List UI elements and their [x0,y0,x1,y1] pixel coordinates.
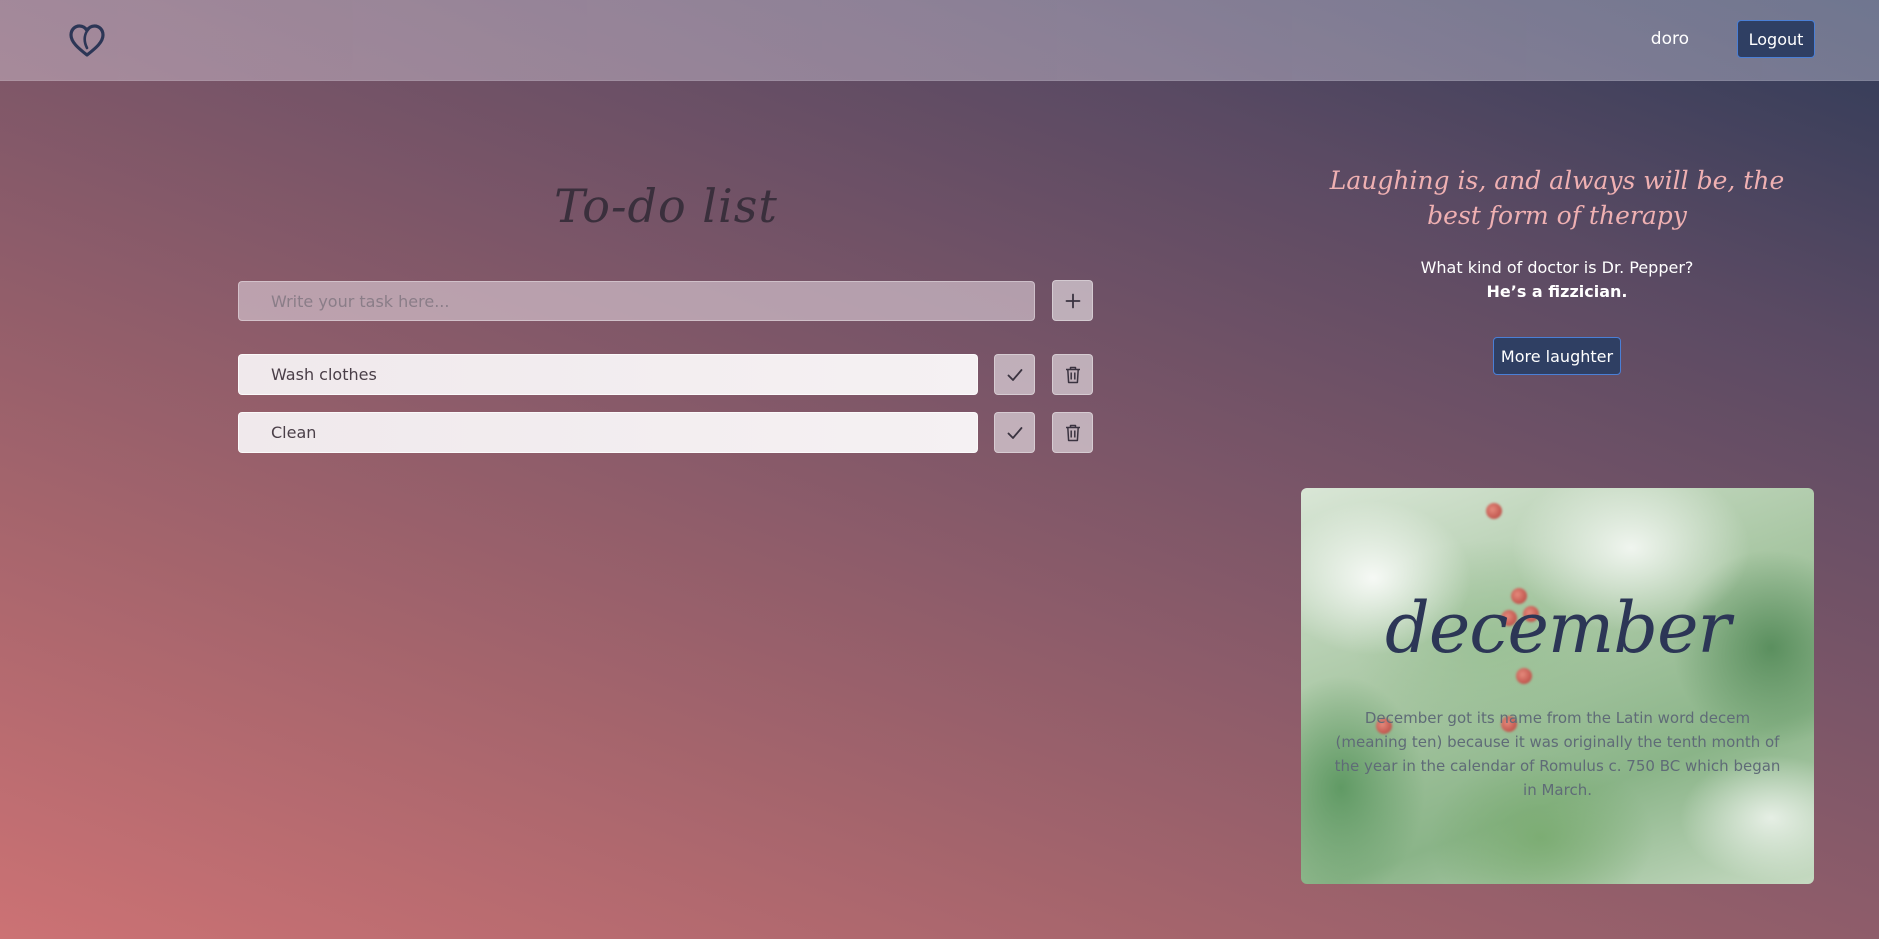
complete-task-button[interactable] [994,354,1035,395]
delete-task-button[interactable] [1052,412,1093,453]
task-label: Wash clothes [271,365,377,384]
plus-icon [1065,293,1081,309]
heart-logo-icon[interactable] [68,24,106,58]
month-description: December got its name from the Latin wor… [1334,709,1781,799]
username-label: doro [1650,29,1689,49]
todo-title: To-do list [554,179,778,233]
berry-decoration [1486,503,1502,519]
delete-task-button[interactable] [1052,354,1093,395]
month-card: december December got its name from the … [1301,488,1814,884]
month-title: december [1385,587,1731,669]
trash-icon [1065,424,1081,442]
laughter-quote: Laughing is, and always will be, the bes… [1329,166,1785,230]
checkmark-icon [1007,426,1023,440]
task-item[interactable]: Wash clothes [238,354,978,395]
joke-question: What kind of doctor is Dr. Pepper? [1420,258,1694,277]
trash-icon [1065,366,1081,384]
task-item[interactable]: Clean [238,412,978,453]
add-task-button[interactable] [1052,280,1093,321]
top-navbar: doro Logout [0,0,1879,81]
joke-answer: He’s a fizzician. [1486,282,1628,301]
complete-task-button[interactable] [994,412,1035,453]
logout-button[interactable]: Logout [1737,20,1815,58]
task-label: Clean [271,423,317,442]
task-input[interactable] [238,281,1035,321]
more-laughter-button[interactable]: More laughter [1493,337,1621,375]
checkmark-icon [1007,368,1023,382]
